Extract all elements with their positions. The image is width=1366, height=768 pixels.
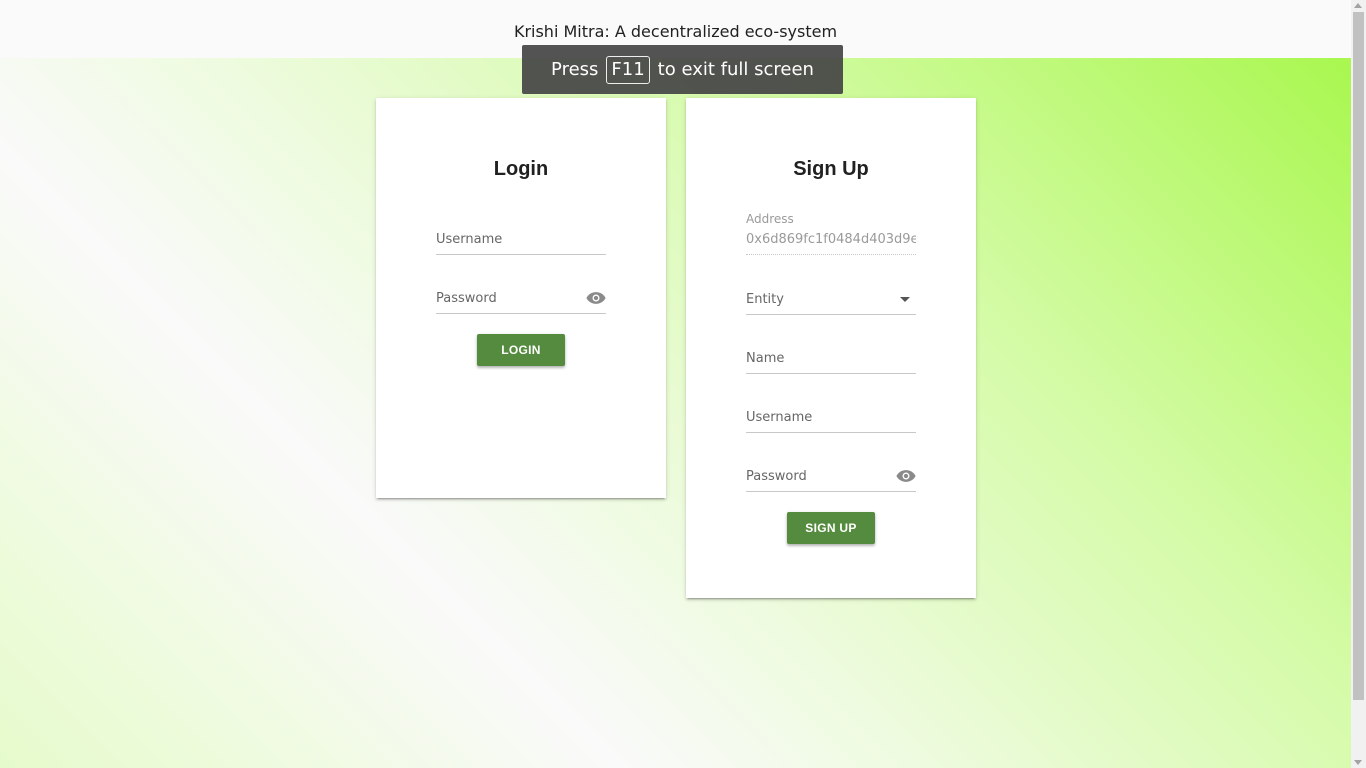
login-title: Login — [493, 158, 549, 180]
eye-icon[interactable] — [586, 291, 606, 305]
login-username-label: Username — [436, 232, 503, 247]
eye-icon[interactable] — [896, 469, 916, 483]
address-label: Address — [746, 212, 794, 226]
login-button[interactable]: LOGIN — [477, 334, 565, 366]
entity-select[interactable]: Entity — [746, 276, 916, 315]
entity-label: Entity — [746, 292, 784, 307]
login-username-field[interactable]: Username — [436, 216, 606, 255]
login-password-label: Password — [436, 291, 497, 306]
signup-password-label: Password — [746, 469, 807, 484]
login-card: Login Username Password LOGIN — [376, 98, 666, 498]
signup-username-label: Username — [746, 410, 813, 425]
page-background — [0, 58, 1351, 768]
vertical-scrollbar[interactable] — [1351, 0, 1366, 768]
login-password-field[interactable]: Password — [436, 275, 606, 314]
app-title: Krishi Mitra: A decentralized eco-system — [513, 22, 838, 41]
chevron-down-icon[interactable] — [900, 297, 910, 302]
signup-card: Sign Up Address 0x6d869fc1f0484d403d9e E… — [686, 98, 976, 598]
scroll-down-icon[interactable] — [1354, 760, 1362, 765]
name-label: Name — [746, 351, 785, 366]
signup-username-field[interactable]: Username — [746, 394, 916, 433]
scrollbar-thumb[interactable] — [1353, 12, 1364, 700]
toast-key: F11 — [606, 55, 650, 84]
fullscreen-toast: Press F11 to exit full screen — [522, 45, 843, 94]
scroll-up-icon[interactable] — [1354, 3, 1362, 8]
name-field[interactable]: Name — [746, 335, 916, 374]
toast-suffix: to exit full screen — [657, 59, 814, 80]
signup-password-field[interactable]: Password — [746, 453, 916, 492]
toast-prefix: Press — [551, 59, 599, 80]
address-field: Address 0x6d869fc1f0484d403d9e — [746, 212, 916, 255]
address-value: 0x6d869fc1f0484d403d9e — [746, 232, 916, 247]
signup-title: Sign Up — [793, 158, 869, 180]
signup-button[interactable]: SIGN UP — [787, 512, 875, 544]
